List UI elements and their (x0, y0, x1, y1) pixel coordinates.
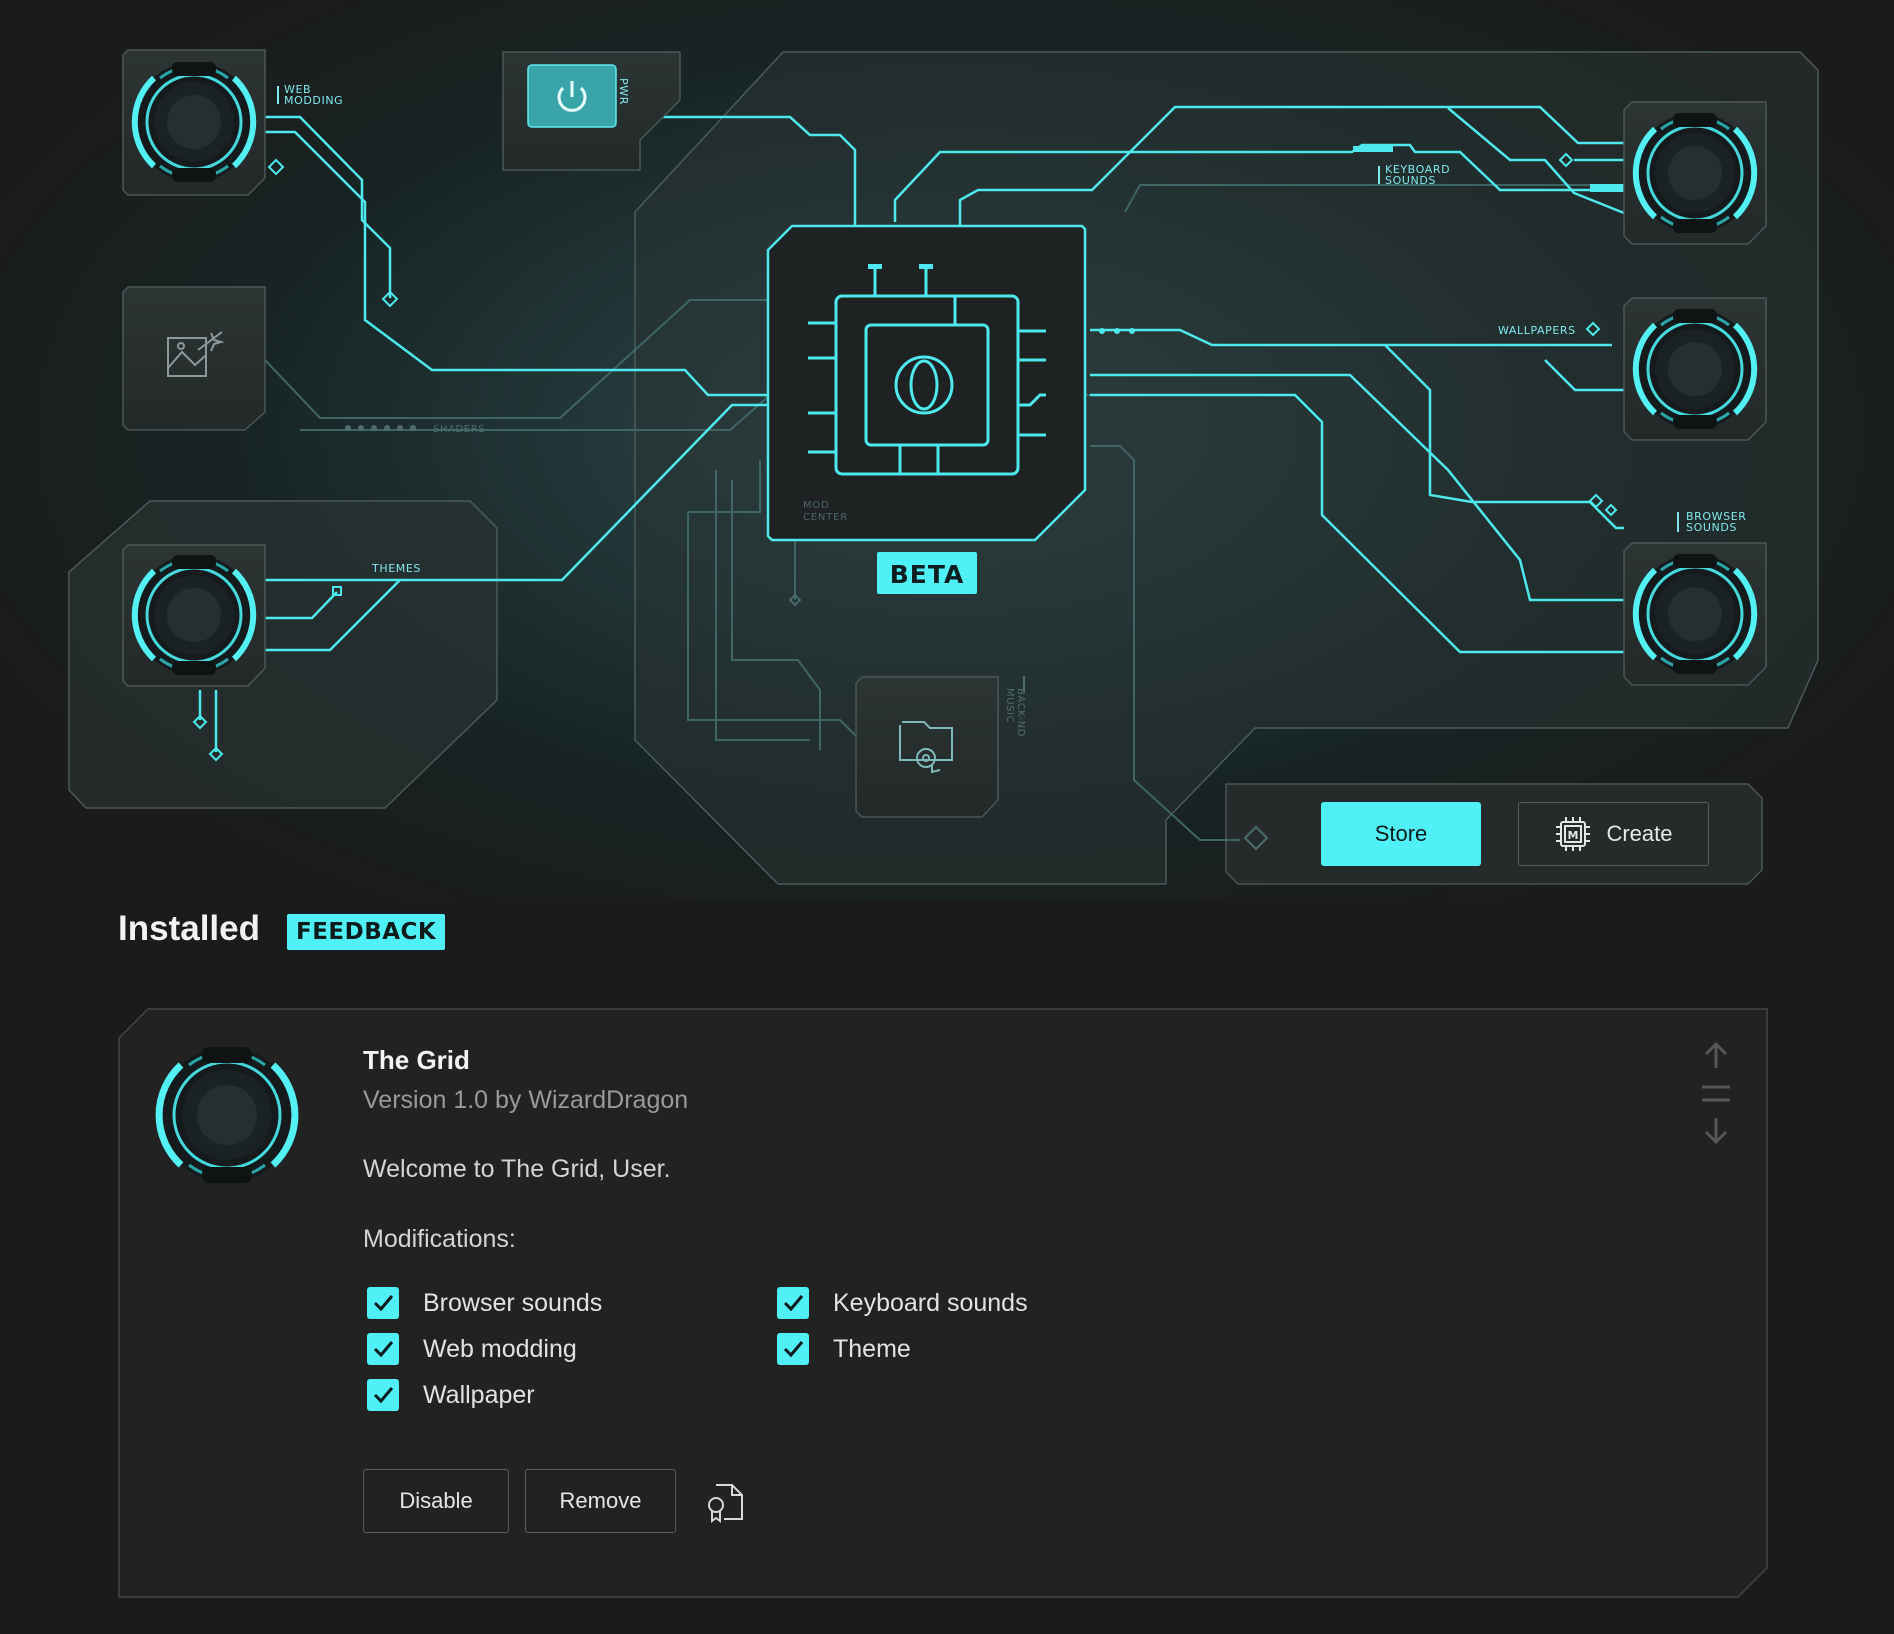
shaders-label: SHADERS (433, 424, 485, 435)
checkbox[interactable] (367, 1287, 399, 1319)
checkbox[interactable] (777, 1333, 809, 1365)
checkbox[interactable] (367, 1379, 399, 1411)
mod-description: Welcome to The Grid, User. (363, 1155, 671, 1183)
store-label: Store (1374, 821, 1428, 846)
disable-button[interactable]: Disable (363, 1469, 509, 1533)
remove-label: Remove (559, 1488, 642, 1513)
checkbox-label: Browser sounds (423, 1288, 603, 1317)
shaders-tile (122, 286, 266, 431)
checkmark-icon (783, 1341, 804, 1358)
checkbox[interactable] (777, 1287, 809, 1319)
backend-music-tile (855, 676, 999, 818)
modification-theme[interactable]: Theme (777, 1331, 911, 1367)
checkbox-label: Web modding (423, 1334, 577, 1363)
checkbox-label: Theme (833, 1334, 911, 1363)
web-modding-dial-icon (134, 62, 254, 182)
chip-m-icon: M (1556, 817, 1591, 851)
modification-wallpaper[interactable]: Wallpaper (367, 1377, 535, 1413)
the-grid-dial-icon (155, 1047, 299, 1183)
certificate-file-icon[interactable] (704, 1481, 746, 1523)
wallpapers-label: WALLPAPERS (1498, 324, 1576, 337)
modification-keyboard-sounds[interactable]: Keyboard sounds (777, 1285, 1028, 1321)
checkbox-label: Keyboard sounds (833, 1288, 1028, 1317)
modifications-heading: Modifications: (363, 1225, 516, 1253)
themes-dial-icon (134, 555, 254, 675)
mod-version: Version 1.0 by WizardDragon (363, 1086, 689, 1114)
browser-sounds-dial-icon (1635, 554, 1755, 674)
checkbox[interactable] (367, 1333, 399, 1365)
pwr-label: PWR (617, 78, 630, 105)
create-button[interactable]: M Create (1518, 802, 1709, 866)
themes-label: THEMES (371, 562, 421, 575)
mod-circuit-diagram: BETA WEB MODDING PWR KEYBOARD SOUNDS WALLP… (68, 49, 1819, 885)
checkmark-icon (373, 1295, 394, 1312)
wallpapers-dial-icon (1635, 309, 1755, 429)
mod-name: The Grid (363, 1045, 470, 1075)
checkbox-label: Wallpaper (423, 1380, 535, 1409)
beta-label: BETA (890, 560, 965, 589)
svg-text:M: M (1568, 829, 1579, 842)
modification-web-modding[interactable]: Web modding (367, 1331, 577, 1367)
installed-heading: Installed (118, 909, 260, 948)
create-label: Create (1606, 821, 1673, 846)
power-icon (527, 64, 617, 128)
checkmark-icon (373, 1387, 394, 1404)
checkmark-icon (373, 1341, 394, 1358)
reorder-handle-icon[interactable] (1696, 1038, 1736, 1148)
web-modding-label: WEB MODDING (284, 83, 343, 107)
store-button[interactable]: Store (1321, 802, 1481, 866)
keyboard-sounds-dial-icon (1635, 113, 1755, 233)
checkmark-icon (783, 1295, 804, 1312)
remove-button[interactable]: Remove (525, 1469, 676, 1533)
feedback-badge[interactable]: FEEDBACK (287, 914, 446, 950)
modification-browser-sounds[interactable]: Browser sounds (367, 1285, 602, 1321)
disable-label: Disable (399, 1488, 473, 1513)
